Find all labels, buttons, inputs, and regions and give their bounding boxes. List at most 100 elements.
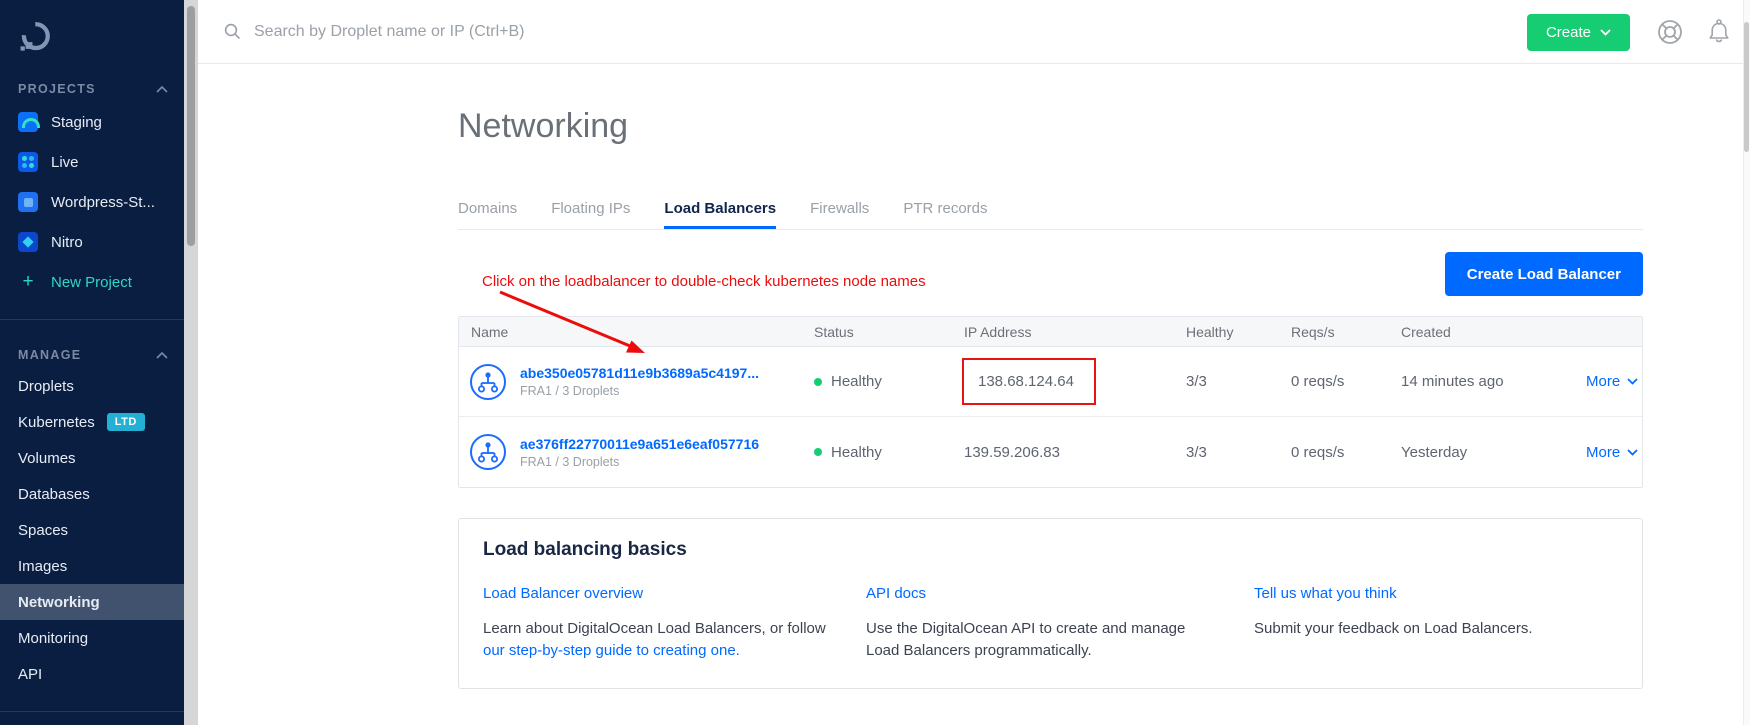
sidebar-item-label: Databases xyxy=(18,486,90,503)
tab-load-balancers[interactable]: Load Balancers xyxy=(664,200,776,229)
basics-text: Submit your feedback on Load Balancers. xyxy=(1254,618,1618,640)
sidebar-item-staging[interactable]: Staging xyxy=(0,102,184,142)
page-title: Networking xyxy=(458,104,1643,148)
toolbar-row: Click on the loadbalancer to double-chec… xyxy=(458,230,1643,316)
manage-header-label: MANAGE xyxy=(18,348,81,362)
load-balancer-name-link[interactable]: ae376ff22770011e9a651e6eaf057716 xyxy=(520,436,759,452)
requests-per-second: 0 reqs/s xyxy=(1291,373,1401,390)
page-scrollbar[interactable] xyxy=(1743,0,1750,725)
sidebar-item-wordpress[interactable]: Wordpress-St... xyxy=(0,182,184,222)
sidebar-item-label: Live xyxy=(51,154,79,171)
sidebar-item-kubernetes[interactable]: Kubernetes LTD xyxy=(0,404,184,440)
healthy-status-dot xyxy=(814,378,822,386)
projects-section-header[interactable]: PROJECTS xyxy=(18,82,168,96)
basics-text: Use the DigitalOcean API to create and m… xyxy=(866,618,1254,662)
sidebar-item-volumes[interactable]: Volumes xyxy=(0,440,184,476)
topbar: Create xyxy=(198,0,1750,64)
create-load-balancer-button[interactable]: Create Load Balancer xyxy=(1445,252,1643,296)
create-button[interactable]: Create xyxy=(1527,14,1630,51)
digitalocean-logo-icon[interactable] xyxy=(18,20,52,54)
basics-column-feedback: Tell us what you think Submit your feedb… xyxy=(1254,585,1618,662)
sidebar-item-label: Images xyxy=(18,558,67,575)
sidebar-item-live[interactable]: Live xyxy=(0,142,184,182)
status-label: Healthy xyxy=(831,444,882,461)
created-time: 14 minutes ago xyxy=(1401,373,1586,390)
tab-ptr-records[interactable]: PTR records xyxy=(903,200,987,229)
more-menu-button[interactable]: More xyxy=(1586,373,1652,390)
load-balancer-icon xyxy=(469,363,507,401)
table-row[interactable]: ae376ff22770011e9a651e6eaf057716 FRA1 / … xyxy=(459,417,1642,487)
column-header-created: Created xyxy=(1401,324,1586,340)
tab-firewalls[interactable]: Firewalls xyxy=(810,200,869,229)
load-balancer-overview-link[interactable]: Load Balancer overview xyxy=(483,585,643,602)
load-balancer-icon xyxy=(469,433,507,471)
column-header-reqs: Reqs/s xyxy=(1291,324,1401,340)
ip-address: 139.59.206.83 xyxy=(964,444,1186,461)
sidebar-item-label: Droplets xyxy=(18,378,74,395)
tab-floating-ips[interactable]: Floating IPs xyxy=(551,200,630,229)
search-icon xyxy=(224,23,241,40)
sidebar-item-label: Wordpress-St... xyxy=(51,194,155,211)
load-balancing-basics-card: Load balancing basics Load Balancer over… xyxy=(458,518,1643,689)
step-by-step-guide-link[interactable]: our step-by-step guide to creating one. xyxy=(483,642,740,659)
healthy-count: 3/3 xyxy=(1186,444,1291,461)
sidebar-item-networking[interactable]: Networking xyxy=(0,584,184,620)
sidebar-item-nitro[interactable]: Nitro xyxy=(0,222,184,262)
staging-project-icon xyxy=(18,112,38,132)
sidebar-item-label: Volumes xyxy=(18,450,76,467)
sidebar-item-label: Spaces xyxy=(18,522,68,539)
basics-title: Load balancing basics xyxy=(483,539,1618,561)
healthy-count: 3/3 xyxy=(1186,373,1291,390)
created-time: Yesterday xyxy=(1401,444,1586,461)
load-balancer-name-link[interactable]: abe350e05781d11e9b3689a5c4197... xyxy=(520,365,759,381)
load-balancer-table: Name Status IP Address Healthy Reqs/s Cr… xyxy=(458,316,1643,488)
sidebar-item-images[interactable]: Images xyxy=(0,548,184,584)
help-lifering-icon[interactable] xyxy=(1656,18,1684,46)
chevron-up-icon xyxy=(156,86,168,93)
sidebar: PROJECTS Staging Live Wordpress-St... Ni… xyxy=(0,0,184,725)
sidebar-item-droplets[interactable]: Droplets xyxy=(0,368,184,404)
api-docs-link[interactable]: API docs xyxy=(866,585,926,602)
notifications-bell-icon[interactable] xyxy=(1706,18,1732,46)
sidebar-divider xyxy=(0,711,184,712)
new-project-button[interactable]: + New Project xyxy=(0,262,184,302)
column-header-healthy: Healthy xyxy=(1186,324,1291,340)
chevron-up-icon xyxy=(156,352,168,359)
basics-column-overview: Load Balancer overview Learn about Digit… xyxy=(483,585,866,662)
column-header-name: Name xyxy=(459,324,814,340)
ip-address: 138.68.124.64 xyxy=(978,373,1074,390)
column-header-ip: IP Address xyxy=(964,324,1186,340)
search-input[interactable] xyxy=(254,23,874,41)
sidebar-item-monitoring[interactable]: Monitoring xyxy=(0,620,184,656)
tab-bar: Domains Floating IPs Load Balancers Fire… xyxy=(458,200,1643,230)
sidebar-item-label: Nitro xyxy=(51,234,83,251)
feedback-link[interactable]: Tell us what you think xyxy=(1254,585,1397,602)
scrollbar-thumb[interactable] xyxy=(187,6,195,246)
sidebar-item-label: Monitoring xyxy=(18,630,88,647)
nitro-project-icon xyxy=(18,232,38,252)
live-project-icon xyxy=(18,152,38,172)
requests-per-second: 0 reqs/s xyxy=(1291,444,1401,461)
sidebar-scrollbar[interactable] xyxy=(184,0,198,725)
ip-highlight-box: 138.68.124.64 xyxy=(962,358,1096,405)
sidebar-item-api[interactable]: API xyxy=(0,656,184,692)
load-balancer-subtitle: FRA1 / 3 Droplets xyxy=(520,384,759,398)
chevron-down-icon xyxy=(1627,378,1638,385)
sidebar-item-label: Kubernetes xyxy=(18,414,95,431)
ltd-badge: LTD xyxy=(107,413,145,431)
manage-section-header[interactable]: MANAGE xyxy=(18,348,168,362)
healthy-status-dot xyxy=(814,448,822,456)
more-menu-button[interactable]: More xyxy=(1586,444,1652,461)
more-label: More xyxy=(1586,373,1620,390)
sidebar-item-databases[interactable]: Databases xyxy=(0,476,184,512)
table-row[interactable]: abe350e05781d11e9b3689a5c4197... FRA1 / … xyxy=(459,347,1642,417)
scrollbar-thumb[interactable] xyxy=(1744,22,1749,152)
topbar-actions: Create xyxy=(1527,0,1732,64)
projects-header-label: PROJECTS xyxy=(18,82,96,96)
tab-domains[interactable]: Domains xyxy=(458,200,517,229)
sidebar-item-label: API xyxy=(18,666,42,683)
wordpress-project-icon xyxy=(18,192,38,212)
sidebar-item-spaces[interactable]: Spaces xyxy=(0,512,184,548)
table-header: Name Status IP Address Healthy Reqs/s Cr… xyxy=(459,317,1642,347)
basics-text: Learn about DigitalOcean Load Balancers,… xyxy=(483,620,826,637)
